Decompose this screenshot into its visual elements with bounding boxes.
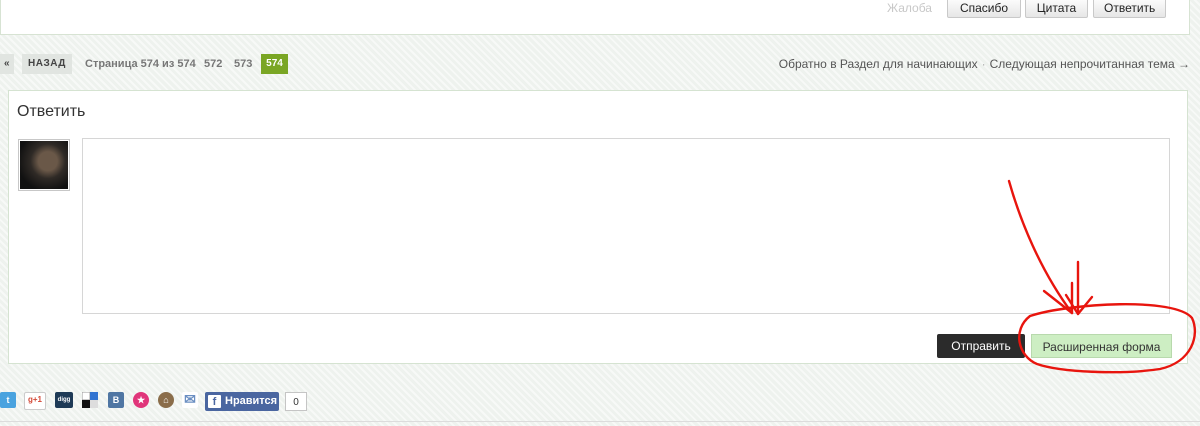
send-button[interactable]: Отправить [937,334,1025,358]
reply-title: Ответить [17,103,86,120]
topic-nav-links: Обратно в Раздел для начинающих · Следующа… [779,54,1190,74]
page-link-572[interactable]: 572 [204,54,222,74]
back-to-section-link[interactable]: Обратно в Раздел для начинающих [779,57,978,71]
thanks-button[interactable]: Спасибо [947,0,1021,18]
quick-reply-panel: Ответить Отправить Расширенная форма [8,90,1188,364]
google-plus-icon[interactable]: g+1 [24,392,46,410]
page-info: Страница 574 из 574 [85,58,196,70]
post-actions-panel: Жалоба Спасибо Цитата Ответить [0,0,1190,35]
divider [0,421,1200,422]
complaint-link[interactable]: Жалоба [887,1,932,15]
page-link-573[interactable]: 573 [234,54,252,74]
delicious-icon[interactable] [81,391,98,408]
nav-separator: · [981,57,986,71]
advanced-form-button[interactable]: Расширенная форма [1031,334,1172,358]
next-unread-link[interactable]: Следующая непрочитанная тема → [990,57,1190,71]
email-icon[interactable]: ✉ [182,392,198,408]
moikrug-icon[interactable]: ⌂ [158,392,174,408]
twitter-icon[interactable]: t [0,392,16,408]
like-count: 0 [285,392,307,411]
reply-button[interactable]: Ответить [1093,0,1166,18]
avatar [18,139,70,191]
odnoklassniki-icon[interactable]: ★ [133,392,149,408]
current-page: 574 [261,54,288,74]
facebook-icon: f [208,395,221,408]
quote-button[interactable]: Цитата [1025,0,1088,18]
facebook-like-button[interactable]: f Нравится [205,392,279,411]
reply-textarea[interactable] [82,138,1170,314]
digg-icon[interactable]: digg [55,392,73,408]
prev-arrow-icon[interactable]: « [0,54,15,74]
pagination-bar: « НАЗАД Страница 574 из 574 572 573 574 … [0,54,1200,74]
back-button[interactable]: НАЗАД [22,54,72,74]
like-label: Нравится [225,395,278,407]
avatar-photo [20,141,68,189]
vkontakte-icon[interactable]: B [108,392,124,408]
